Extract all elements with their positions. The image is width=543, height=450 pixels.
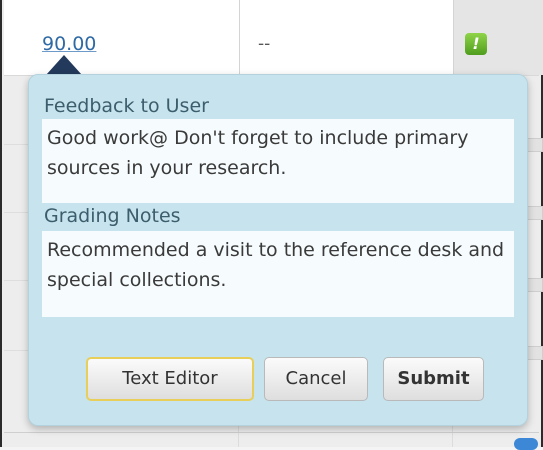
popup-pointer	[46, 55, 82, 75]
grade-row: 90.00 -- !	[4, 0, 543, 76]
grid-divider	[4, 432, 539, 433]
submit-button[interactable]: Submit	[383, 357, 484, 401]
grading-notes-textarea[interactable]: Recommended a visit to the reference des…	[42, 231, 514, 317]
feedback-popup: Feedback to User Good work@ Don't forget…	[28, 74, 528, 426]
text-editor-button[interactable]: Text Editor	[86, 357, 254, 401]
row-stub	[526, 138, 543, 152]
cancel-button[interactable]: Cancel	[264, 357, 368, 401]
row-stub	[526, 278, 543, 292]
status-cell: --	[240, 0, 454, 75]
feedback-label: Feedback to User	[44, 95, 209, 117]
exclamation-icon[interactable]: !	[465, 33, 487, 55]
feedback-textarea[interactable]: Good work@ Don't forget to include prima…	[42, 119, 514, 203]
row-stub	[526, 346, 543, 360]
grade-value-link[interactable]: 90.00	[42, 33, 96, 55]
status-value: --	[258, 34, 271, 54]
scroll-handle[interactable]	[514, 438, 538, 450]
row-stub	[526, 206, 543, 220]
flag-cell: !	[454, 0, 543, 75]
grading-notes-label: Grading Notes	[44, 205, 181, 227]
grade-cell[interactable]: 90.00	[4, 0, 240, 75]
